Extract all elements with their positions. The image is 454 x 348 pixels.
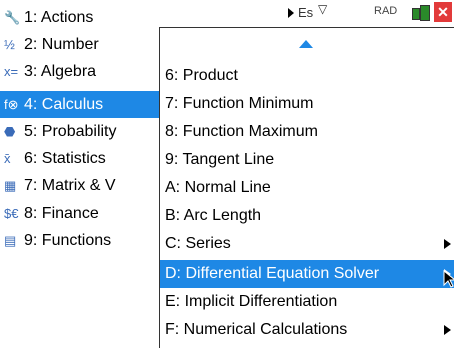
pointer-cursor-icon [443,270,454,288]
submenu-item-function-minimum[interactable]: 7: Function Minimum [160,90,454,118]
menu-item-label: 3: Algebra [24,63,97,80]
submenu-item-label: 6: Product [165,67,238,84]
menu-item-number[interactable]: ½ 2: Number [0,31,170,58]
submenu-item-label: C: Series [165,235,231,252]
submenu-item-label: F: Numerical Calculations [165,321,348,338]
submenu-item-implicit-differentiation[interactable]: E: Implicit Differentiation [160,288,454,316]
close-button[interactable]: ✕ [434,2,452,22]
menu-item-functions[interactable]: ▤ 9: Functions [0,227,170,254]
submenu-item-label: 7: Function Minimum [165,95,314,112]
submenu-item-label: B: Arc Length [165,207,262,224]
menu-item-finance[interactable]: $€ 8: Finance [0,200,170,227]
chevron-down-icon: ▽ [318,2,328,16]
submenu-item-arc-length[interactable]: B: Arc Length [160,202,454,230]
menu-item-label: 7: Matrix & V [24,177,116,194]
submenu-item-tangent-line[interactable]: 9: Tangent Line [160,146,454,174]
scroll-up-icon[interactable] [299,40,313,48]
submenu-arrow-icon [444,239,451,249]
menu-item-label: 5: Probability [24,123,117,140]
submenu-item-product[interactable]: 6: Product [160,62,454,90]
submenu-item-label: 9: Tangent Line [165,151,275,168]
menu-item-label: 1: Actions [24,9,94,26]
submenu-item-label: A: Normal Line [165,179,271,196]
submenu-item-label: 8: Function Maximum [165,123,318,140]
submenu-item-numerical-calculations[interactable]: F: Numerical Calculations [160,316,454,344]
calculus-submenu: 6: Product 7: Function Minimum 8: Functi… [159,27,454,348]
main-menu: 🔧 1: Actions ½ 2: Number x= 3: Algebra f… [0,0,170,270]
submenu-arrow-icon [444,325,451,335]
angle-mode-indicator: RAD [374,5,398,17]
menu-item-label: 4: Calculus [24,96,104,113]
menu-item-probability[interactable]: ⬣ 5: Probability [0,118,170,145]
submenu-item-series[interactable]: C: Series [160,230,454,258]
document-tab-label: Es [298,5,314,20]
menu-item-label: 2: Number [24,36,99,53]
battery-icon [412,4,430,21]
play-icon [288,8,294,18]
menu-item-label: 9: Functions [24,232,112,249]
menu-item-actions[interactable]: 🔧 1: Actions [0,4,170,31]
submenu-item-label: E: Implicit Differentiation [165,293,338,310]
menu-item-calculus[interactable]: f⊗ 4: Calculus [0,91,160,118]
menu-item-label: 8: Finance [24,205,99,222]
menu-item-label: 6: Statistics [24,150,106,167]
menu-item-algebra[interactable]: x= 3: Algebra [0,58,170,85]
submenu-item-differential-equation-solver[interactable]: D: Differential Equation Solver [160,260,454,288]
menu-item-statistics[interactable]: x̄ 6: Statistics [0,145,170,172]
submenu-item-label: D: Differential Equation Solver [165,265,380,282]
submenu-item-normal-line[interactable]: A: Normal Line [160,174,454,202]
submenu-item-function-maximum[interactable]: 8: Function Maximum [160,118,454,146]
menu-item-matrix-vector[interactable]: ▦ 7: Matrix & V [0,172,170,199]
